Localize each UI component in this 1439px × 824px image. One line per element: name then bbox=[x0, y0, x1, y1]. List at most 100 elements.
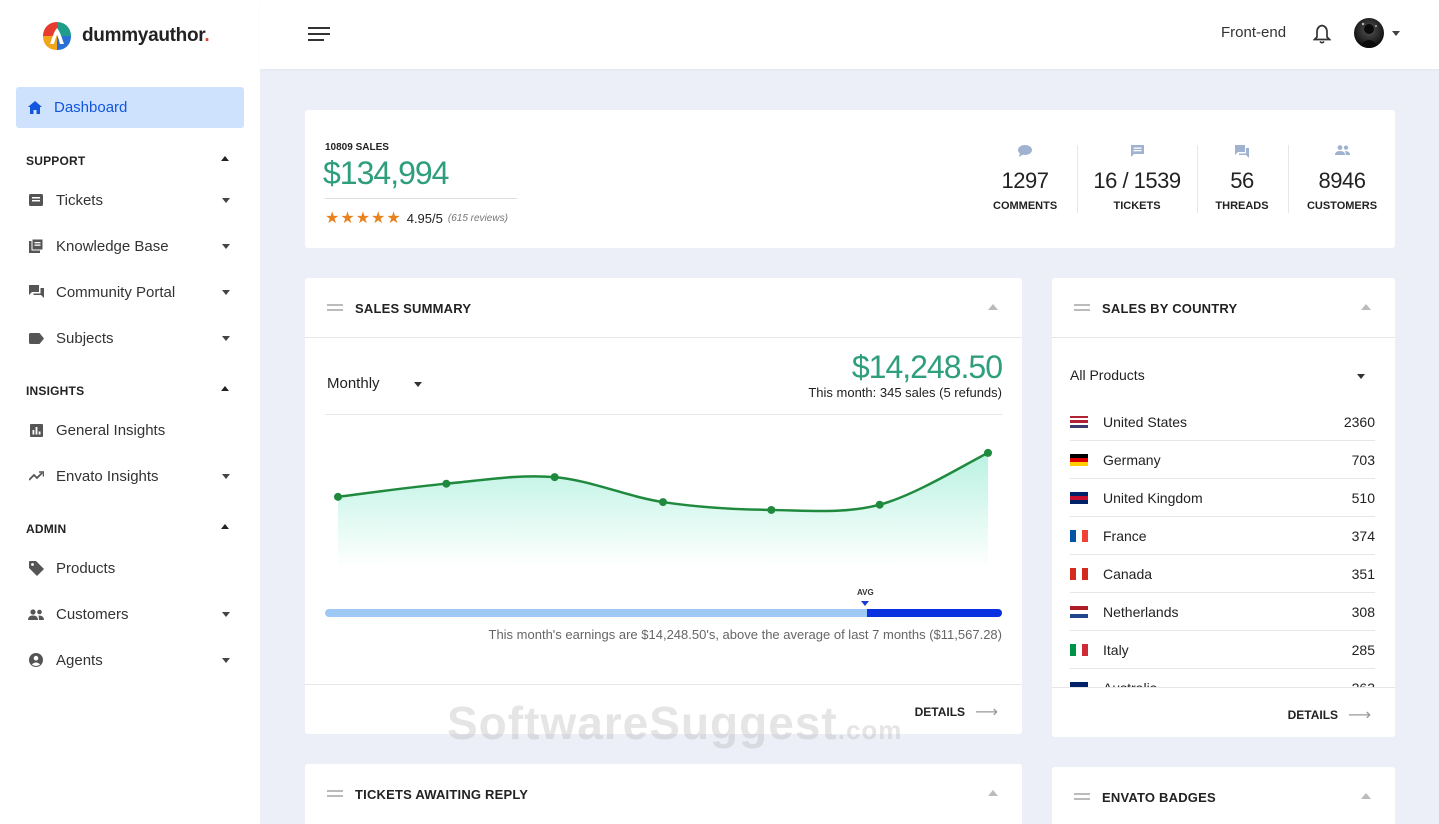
people-icon bbox=[1304, 145, 1380, 159]
stat-label: TICKETS bbox=[1113, 200, 1161, 212]
chart-point[interactable] bbox=[442, 479, 451, 488]
chevron-down-icon bbox=[222, 657, 230, 663]
drag-handle-icon[interactable] bbox=[327, 790, 343, 800]
drag-handle-icon[interactable] bbox=[327, 304, 343, 314]
account-icon bbox=[28, 652, 44, 668]
details-link[interactable]: DETAILS ⟶ bbox=[915, 702, 998, 722]
country-value: 510 bbox=[1351, 489, 1375, 506]
stat-tickets: 16 / 1539 TICKETS bbox=[1093, 145, 1181, 212]
country-value: 351 bbox=[1351, 565, 1375, 582]
section-support[interactable]: SUPPORT bbox=[26, 154, 85, 168]
country-row[interactable]: United Kingdom 510 bbox=[1070, 479, 1375, 517]
sidebar-item-dashboard[interactable]: Dashboard bbox=[16, 87, 244, 128]
earnings-progress-fill bbox=[866, 609, 1002, 617]
stat-customers: 8946 CUSTOMERS bbox=[1304, 145, 1380, 212]
flag-icon bbox=[1070, 491, 1088, 504]
arrow-right-icon: ⟶ bbox=[1348, 707, 1371, 724]
product-select[interactable]: All Products bbox=[1070, 367, 1145, 383]
sidebar-item-tickets[interactable]: Tickets bbox=[28, 188, 234, 212]
sidebar-item-agents[interactable]: Agents bbox=[28, 648, 234, 672]
stat-label: THREADS bbox=[1215, 200, 1269, 212]
country-row[interactable]: Australia 263 bbox=[1070, 669, 1375, 688]
chart-point[interactable] bbox=[550, 473, 559, 482]
country-row[interactable]: United States 2360 bbox=[1070, 403, 1375, 441]
bell-icon[interactable] bbox=[1312, 24, 1332, 49]
chevron-down-icon bbox=[222, 289, 230, 295]
chart-point[interactable] bbox=[334, 492, 342, 501]
sidebar-item-label: Tickets bbox=[56, 191, 103, 209]
stats-card: 10809 SALES $134,994 ★ ★ ★ ★ ★ 4.95/5 (6… bbox=[305, 110, 1395, 248]
front-end-link[interactable]: Front-end bbox=[1221, 24, 1286, 41]
collapse-icon[interactable] bbox=[1361, 793, 1371, 799]
divider bbox=[1288, 145, 1289, 213]
country-row[interactable]: Canada 351 bbox=[1070, 555, 1375, 593]
sidebar-item-subjects[interactable]: Subjects bbox=[28, 326, 234, 350]
drag-handle-icon[interactable] bbox=[1074, 793, 1090, 803]
details-label: DETAILS bbox=[1287, 708, 1339, 722]
country-value: 285 bbox=[1351, 641, 1375, 658]
chart-point[interactable] bbox=[659, 498, 667, 507]
brand-name: dummyauthor. bbox=[82, 25, 210, 46]
sidebar-item-label: General Insights bbox=[56, 421, 166, 439]
section-insights[interactable]: INSIGHTS bbox=[26, 384, 84, 398]
collapse-icon[interactable] bbox=[221, 156, 229, 161]
flag-icon bbox=[1070, 529, 1088, 542]
drag-handle-icon[interactable] bbox=[1074, 304, 1090, 314]
chart-point[interactable] bbox=[767, 505, 776, 514]
chevron-down-icon bbox=[222, 611, 230, 617]
period-select[interactable]: Monthly bbox=[327, 375, 380, 392]
sidebar-item-products[interactable]: Products bbox=[28, 556, 234, 580]
sidebar-item-community-portal[interactable]: Community Portal bbox=[28, 280, 234, 304]
sidebar-item-general-insights[interactable]: General Insights bbox=[28, 418, 234, 442]
divider bbox=[325, 198, 517, 199]
details-label: DETAILS bbox=[914, 705, 966, 719]
stat-threads: 56 THREADS bbox=[1213, 145, 1271, 212]
rating-value: 4.95/5 bbox=[406, 210, 443, 226]
country-row[interactable]: Germany 703 bbox=[1070, 441, 1375, 479]
chevron-down-icon[interactable] bbox=[1392, 31, 1400, 36]
envato-badges-card: ENVATO BADGES bbox=[1052, 767, 1395, 824]
chevron-down-icon bbox=[222, 197, 230, 203]
avatar[interactable] bbox=[1354, 18, 1384, 48]
chart-point[interactable] bbox=[875, 500, 884, 509]
menu-toggle-icon[interactable] bbox=[308, 27, 330, 41]
chart-point[interactable] bbox=[984, 448, 992, 457]
ticket-icon bbox=[1093, 145, 1181, 159]
flag-icon bbox=[1070, 567, 1088, 580]
sidebar: dummyauthor. Dashboard SUPPORT Tickets K… bbox=[0, 0, 260, 824]
country-name: United Kingdom bbox=[1103, 489, 1203, 506]
collapse-icon[interactable] bbox=[221, 386, 229, 391]
collapse-icon[interactable] bbox=[988, 304, 998, 310]
book-icon bbox=[28, 238, 44, 254]
sidebar-item-knowledge-base[interactable]: Knowledge Base bbox=[28, 234, 234, 258]
country-name: Netherlands bbox=[1103, 603, 1179, 620]
people-icon bbox=[28, 606, 44, 622]
country-value: 308 bbox=[1351, 603, 1375, 620]
country-row[interactable]: France 374 bbox=[1070, 517, 1375, 555]
sidebar-item-label: Subjects bbox=[56, 329, 114, 347]
brand[interactable]: dummyauthor. bbox=[40, 19, 210, 53]
flag-icon bbox=[1070, 415, 1088, 428]
divider bbox=[1197, 145, 1198, 213]
sidebar-item-envato-insights[interactable]: Envato Insights bbox=[28, 464, 234, 488]
sales-area-chart bbox=[334, 448, 992, 568]
chevron-down-icon[interactable] bbox=[414, 382, 422, 387]
card-title: SALES BY COUNTRY bbox=[1102, 301, 1238, 316]
collapse-icon[interactable] bbox=[221, 524, 229, 529]
collapse-icon[interactable] bbox=[1361, 304, 1371, 310]
sidebar-item-label: Knowledge Base bbox=[56, 237, 169, 255]
chevron-down-icon[interactable] bbox=[1357, 374, 1365, 379]
sidebar-item-label: Agents bbox=[56, 651, 103, 669]
sidebar-item-label: Dashboard bbox=[54, 99, 128, 116]
sidebar-item-customers[interactable]: Customers bbox=[28, 602, 234, 626]
country-row[interactable]: Netherlands 308 bbox=[1070, 593, 1375, 631]
stat-label: CUSTOMERS bbox=[1306, 200, 1378, 212]
country-name: United States bbox=[1103, 413, 1188, 430]
section-admin[interactable]: ADMIN bbox=[26, 522, 66, 536]
collapse-icon[interactable] bbox=[988, 790, 998, 796]
country-list[interactable]: United States 2360 Germany 703 United Kingdo… bbox=[1070, 403, 1375, 688]
details-link[interactable]: DETAILS ⟶ bbox=[1288, 705, 1371, 725]
ticket-icon bbox=[28, 192, 44, 208]
country-row[interactable]: Italy 285 bbox=[1070, 631, 1375, 669]
star-icon: ★ bbox=[340, 210, 355, 227]
